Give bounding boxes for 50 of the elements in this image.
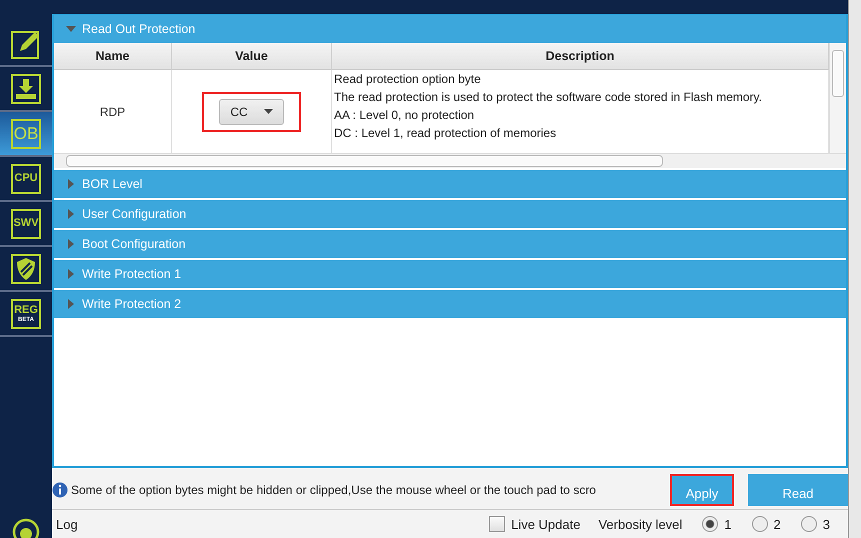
expand-triangle-icon [66,299,76,309]
description-line: The read protection is used to protect the software code stored in Flash memory. [334,89,763,106]
icon-label: REG [14,304,38,316]
section-header[interactable]: Read Out Protection [54,15,846,43]
description-line: AA : Level 0, no protection [334,107,476,124]
download-icon [11,74,41,104]
collapse-triangle-icon [66,24,76,34]
caret-icon [264,109,273,114]
checkbox-label: Live Update [511,516,580,532]
column-header[interactable]: Value [172,43,332,69]
icon-label: SWV [13,218,39,229]
pencil-icon [11,28,41,58]
expand-triangle-icon [66,209,76,219]
section-header[interactable]: Write Protection 1 [54,260,846,288]
section-title: User Configuration [82,207,186,221]
icon-label: OB [14,125,38,142]
vertical-scrollbar[interactable] [829,43,846,153]
verbosity-label: Verbosity level [598,516,682,532]
column-header[interactable]: Name [54,43,172,69]
section-title: Write Protection 1 [82,267,182,281]
expand-triangle-icon [66,239,76,249]
section-title: Write Protection 2 [82,297,182,311]
action-button[interactable]: Read [748,474,848,506]
radio-label: 3 [822,516,830,532]
radio-button[interactable] [702,516,718,532]
radio-label: 2 [774,516,781,532]
section-title: Read Out Protection [82,22,196,36]
expand-triangle-icon [66,269,76,279]
shield-icon [11,254,41,284]
section-header[interactable]: BOR Level [54,170,846,198]
checkbox[interactable] [489,516,506,532]
highlighted-button[interactable]: Apply [670,474,734,506]
info-message: Some of the option bytes might be hidden or clipped,Use the mouse wheel or the touch pad to scro [71,482,596,496]
section-header[interactable]: Boot Configuration [54,230,846,258]
section-header[interactable]: Write Protection 2 [54,290,846,318]
radio-label: 1 [724,516,732,532]
info-icon [52,482,68,498]
section-title: BOR Level [82,177,142,191]
expand-triangle-icon [66,179,76,189]
description-line: DC : Level 1, read protection of memories [334,125,558,142]
description-line: Read protection option byte [334,71,482,88]
section-title: Boot Configuration [82,237,186,251]
value-dropdown[interactable]: CC [219,98,284,124]
horizontal-scrollbar[interactable] [54,153,846,168]
log-title: Log [56,516,78,532]
section-header[interactable]: User Configuration [54,200,846,228]
sidebar-item[interactable]: OB [0,112,52,157]
radio-button[interactable] [800,516,817,532]
radio-button[interactable] [752,516,768,532]
icon-label: CPU [14,173,38,184]
